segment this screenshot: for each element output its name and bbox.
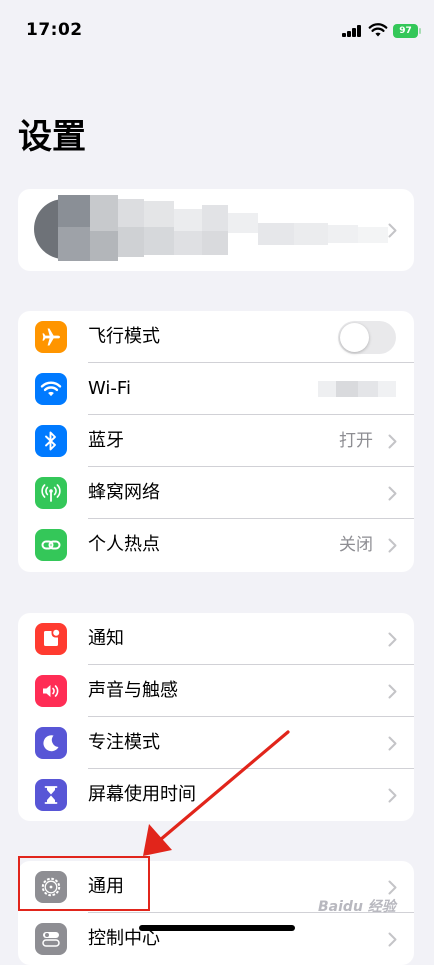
- chevron-right-icon: [388, 736, 397, 751]
- row-label: 蜂窝网络: [88, 482, 160, 503]
- watermark: Baidu 经验: [318, 899, 396, 915]
- chevron-right-icon: [388, 223, 397, 238]
- row-value: 关闭: [339, 535, 373, 555]
- pixelated-profile: [18, 189, 414, 271]
- chevron-right-icon: [388, 880, 397, 895]
- speaker-icon: [35, 675, 67, 707]
- moon-icon: [35, 727, 67, 759]
- wifi-icon: [35, 373, 67, 405]
- settings-row-notifications[interactable]: 通知: [18, 613, 414, 665]
- link-icon: [35, 529, 67, 561]
- row-label: 声音与触感: [88, 680, 178, 701]
- airplane-mode-toggle[interactable]: [338, 321, 396, 354]
- row-label: 飞行模式: [88, 326, 160, 347]
- settings-row-sounds[interactable]: 声音与触感: [18, 665, 414, 717]
- settings-row-hotspot[interactable]: 个人热点 关闭: [18, 519, 414, 571]
- bluetooth-icon: [35, 425, 67, 457]
- row-label: Wi-Fi: [88, 378, 131, 399]
- row-label: 个人热点: [88, 534, 160, 555]
- airplane-icon: [35, 321, 67, 353]
- chevron-right-icon: [388, 788, 397, 803]
- settings-row-screen-time[interactable]: 屏幕使用时间: [18, 769, 414, 821]
- switches-icon: [35, 923, 67, 955]
- pixelated-network-name: [318, 381, 396, 397]
- bell-icon: [35, 623, 67, 655]
- status-time: 17:02: [26, 20, 83, 40]
- settings-row-control-center[interactable]: 控制中心: [18, 913, 414, 965]
- hourglass-icon: [35, 779, 67, 811]
- settings-row-airplane-mode[interactable]: 飞行模式: [18, 311, 414, 363]
- cellular-signal-icon: [342, 25, 362, 37]
- battery-icon: 97: [393, 24, 421, 38]
- status-bar: 17:02 97: [0, 0, 434, 60]
- settings-row-cellular[interactable]: 蜂窝网络: [18, 467, 414, 519]
- chevron-right-icon: [388, 538, 397, 553]
- chevron-right-icon: [388, 486, 397, 501]
- chevron-right-icon: [388, 434, 397, 449]
- settings-row-wifi[interactable]: Wi-Fi: [18, 363, 414, 415]
- chevron-right-icon: [388, 684, 397, 699]
- wifi-status-icon: [368, 23, 388, 37]
- apple-id-card[interactable]: [18, 189, 414, 271]
- antenna-icon: [35, 477, 67, 509]
- highlight-box: [18, 856, 150, 911]
- connectivity-group: 飞行模式 Wi-Fi 蓝牙 打开 蜂窝网络 个人热点 关闭: [18, 311, 414, 572]
- notifications-group: 通知 声音与触感 专注模式 屏幕使用时间: [18, 613, 414, 821]
- row-label: 控制中心: [88, 928, 160, 949]
- row-label: 屏幕使用时间: [88, 784, 196, 805]
- row-label: 蓝牙: [88, 430, 124, 451]
- chevron-right-icon: [388, 632, 397, 647]
- settings-row-focus[interactable]: 专注模式: [18, 717, 414, 769]
- home-indicator: [139, 925, 295, 931]
- row-label: 通知: [88, 628, 124, 649]
- row-value: 打开: [339, 431, 373, 451]
- row-label: 专注模式: [88, 732, 160, 753]
- page-title: 设置: [18, 117, 86, 157]
- settings-row-bluetooth[interactable]: 蓝牙 打开: [18, 415, 414, 467]
